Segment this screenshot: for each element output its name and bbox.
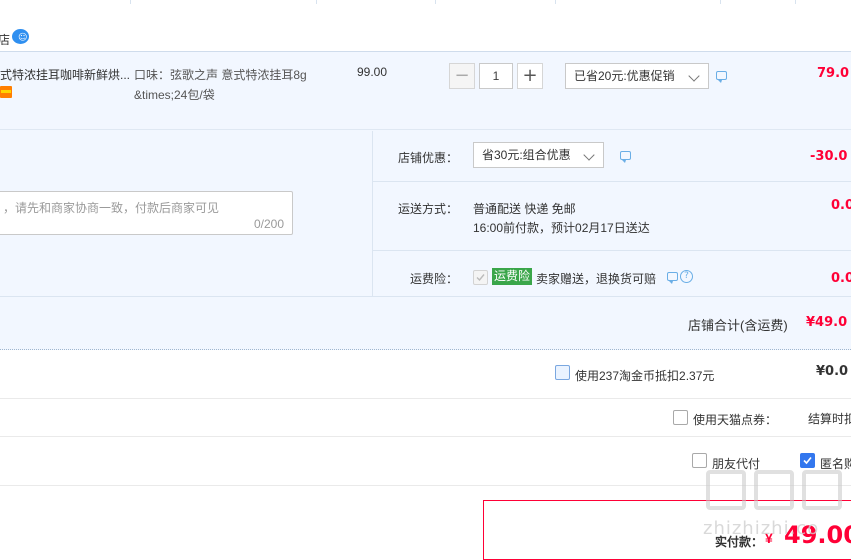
shop-total-label: 店铺合计(含运费) [688,318,788,333]
shop-name[interactable]: 店 [0,31,10,48]
chat-bubble-icon[interactable]: ☺ [12,29,29,44]
coins-value: ¥0.0 [816,364,849,379]
shipping-eta: 16:00前付款，预计02月17日送达 [473,221,650,235]
watermark-text: zhizhizhi.co [703,518,820,539]
comment-icon[interactable] [620,151,631,163]
insurance-badge: 运费险 [492,268,533,285]
options-divider-vertical [372,131,373,296]
row-divider [0,436,851,437]
payment-badge-icon [0,86,12,98]
item-subtotal: 79.0 [817,66,850,81]
qty-increase-button[interactable]: + [517,63,543,89]
column-divider [795,0,796,4]
buyer-message-counter: 0/200 [253,217,284,231]
promo-select[interactable]: 已省20元:优惠促销 [565,63,709,89]
points-hint: 结算时扣 [808,412,851,426]
insurance-checkbox[interactable] [473,270,488,285]
insurance-label: 运费险： [410,272,459,286]
column-divider [555,0,556,4]
shop-total-value: ¥49.0 [806,315,848,330]
unit-price: 99.00 [357,65,388,79]
comment-icon[interactable] [667,272,678,284]
chevron-down-icon [583,149,595,161]
column-divider [130,0,131,4]
coins-label: 使用237淘金币抵扣2.37元 [575,369,715,383]
shop-discount-select[interactable]: 省30元:组合优惠 [473,142,604,168]
item-row [0,51,851,129]
options-row-divider [373,250,851,251]
svg-text:☺: ☺ [18,32,27,43]
item-spec-line2: &times;24包/袋 [134,88,215,102]
points-label: 使用天猫点券： [693,413,778,427]
chevron-down-icon [688,70,700,82]
help-icon[interactable]: ? [680,270,693,283]
watermark-logo [704,466,844,519]
buyer-message-input[interactable]: ，请先和商家协商一致，付款后商家可见 0/200 [0,191,293,235]
options-row-divider [373,181,851,182]
shipping-label: 运送方式： [398,202,459,216]
points-checkbox[interactable] [673,410,688,425]
column-divider [316,0,317,4]
promo-select-label: 已省20元:优惠促销 [574,69,675,83]
buyer-message-placeholder: ，请先和商家协商一致，付款后商家可见 [3,201,220,215]
shop-discount-value: -30.0 [810,149,848,164]
shipping-method: 普通配送 快递 免邮 [473,202,576,216]
table-header-strip [0,0,851,4]
coins-checkbox[interactable] [555,365,570,380]
item-title[interactable]: 式特浓挂耳咖啡新鲜烘... [0,66,130,83]
shipping-value: 0.0 [831,198,851,213]
column-divider [435,0,436,4]
insurance-desc: 卖家赠送，退换货可赔 [536,272,657,286]
watermark-logo-icon [706,470,842,510]
qty-decrease-button[interactable]: − [449,63,475,89]
shop-discount-label: 店铺优惠： [398,151,459,165]
shop-discount-select-label: 省30元:组合优惠 [482,148,571,162]
check-icon [476,274,485,282]
insurance-value: 0.0 [831,271,851,286]
column-divider [720,0,721,4]
qty-input[interactable]: 1 [479,63,513,89]
item-spec-line1: 口味：弦歌之声 意式特浓挂耳8g [134,68,307,82]
row-divider [0,398,851,399]
comment-icon[interactable] [716,71,727,83]
